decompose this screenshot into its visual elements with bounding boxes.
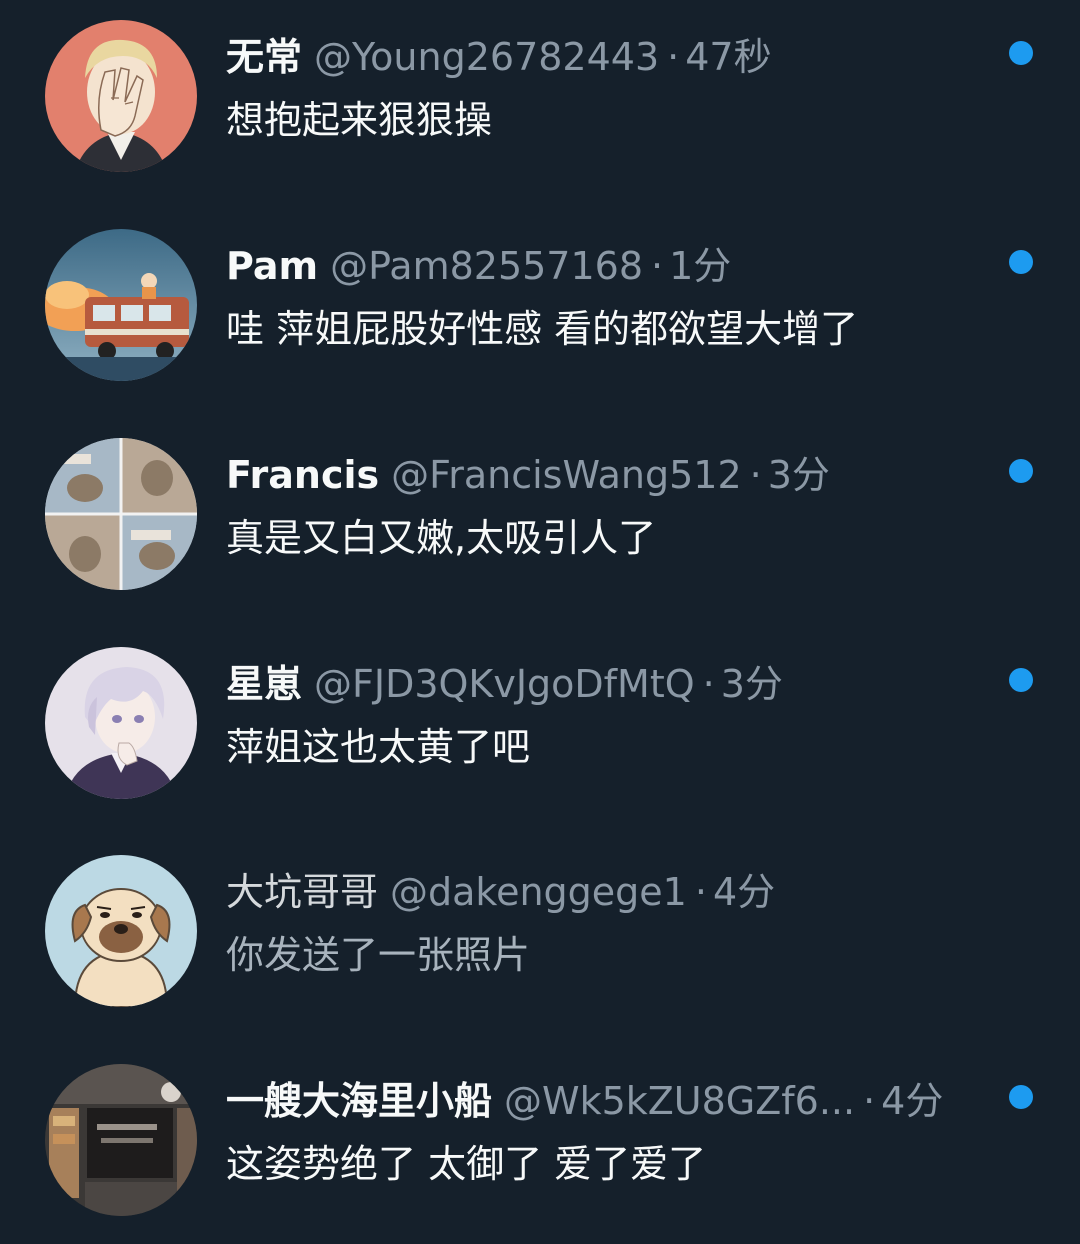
facepalm-anime-man-avatar[interactable]	[45, 20, 197, 172]
message-preview: 哇 萍姐屁股好性感 看的都欲望大增了	[226, 307, 859, 351]
cartoon-dog-avatar[interactable]	[45, 855, 197, 1007]
conversation-header: Pam @Pam82557168 · 1分	[226, 241, 1006, 291]
user-handle: @FJD3QKvJgoDfMtQ	[314, 662, 695, 706]
sunset-bus-avatar[interactable]	[45, 229, 197, 381]
message-preview: 想抱起来狠狠操	[226, 98, 493, 142]
unread-indicator-icon	[1009, 250, 1033, 274]
user-handle: @dakenggege1	[390, 870, 687, 914]
unread-indicator-icon	[1009, 41, 1033, 65]
conversation-header: 大坑哥哥 @dakenggege1 · 4分	[226, 867, 1006, 917]
display-name: Francis	[226, 453, 380, 497]
timestamp: 1分	[669, 244, 732, 288]
conversation-header: 星崽 @FJD3QKvJgoDfMtQ · 3分	[226, 659, 1006, 709]
conversation-row[interactable]: 大坑哥哥 @dakenggege1 · 4分 你发送了一张照片	[0, 835, 1080, 1035]
cat-grid-avatar[interactable]	[45, 438, 197, 590]
unread-indicator-icon	[1009, 459, 1033, 483]
timestamp: 47秒	[685, 35, 772, 79]
conversation-header: 无常 @Young26782443 · 47秒	[226, 32, 1006, 82]
user-handle: @Young26782443	[314, 35, 660, 79]
separator-dot: ·	[651, 244, 664, 288]
anime-boy-avatar[interactable]	[45, 647, 197, 799]
conversation-row[interactable]: Francis @FrancisWang512 · 3分 真是又白又嫩,太吸引人…	[0, 418, 1080, 618]
timestamp: 4分	[881, 1079, 944, 1123]
conversation-row[interactable]: Pam @Pam82557168 · 1分 哇 萍姐屁股好性感 看的都欲望大增了	[0, 209, 1080, 409]
conversation-row[interactable]: 无常 @Young26782443 · 47秒 想抱起来狠狠操	[0, 0, 1080, 200]
message-preview: 真是又白又嫩,太吸引人了	[226, 516, 657, 560]
conversation-header: 一艘大海里小船 @Wk5kZU8GZf6... · 4分	[226, 1076, 1006, 1126]
display-name: Pam	[226, 244, 319, 288]
timestamp: 3分	[720, 662, 783, 706]
user-handle: @Pam82557168	[330, 244, 644, 288]
separator-dot: ·	[863, 1079, 876, 1123]
separator-dot: ·	[694, 870, 707, 914]
conversation-list: 无常 @Young26782443 · 47秒 想抱起来狠狠操 Pam @Pam…	[0, 0, 1080, 1221]
user-handle: @FrancisWang512	[391, 453, 742, 497]
message-preview: 这姿势绝了 太御了 爱了爱了	[226, 1142, 707, 1186]
display-name: 大坑哥哥	[226, 870, 379, 914]
user-handle: @Wk5kZU8GZf6...	[504, 1079, 856, 1123]
message-preview: 萍姐这也太黄了吧	[226, 725, 531, 769]
display-name: 一艘大海里小船	[226, 1079, 493, 1123]
separator-dot: ·	[667, 35, 680, 79]
message-preview: 你发送了一张照片	[226, 933, 531, 977]
separator-dot: ·	[749, 453, 762, 497]
timestamp: 3分	[767, 453, 830, 497]
unread-indicator-icon	[1009, 1085, 1033, 1109]
display-name: 无常	[226, 35, 303, 79]
timestamp: 4分	[712, 870, 776, 914]
conversation-header: Francis @FrancisWang512 · 3分	[226, 450, 1006, 500]
conversation-row[interactable]: 一艘大海里小船 @Wk5kZU8GZf6... · 4分 这姿势绝了 太御了 爱…	[0, 1044, 1080, 1244]
unread-indicator-icon	[1009, 668, 1033, 692]
display-name: 星崽	[226, 662, 303, 706]
dark-storefront-avatar[interactable]	[45, 1064, 197, 1216]
conversation-row[interactable]: 星崽 @FJD3QKvJgoDfMtQ · 3分 萍姐这也太黄了吧	[0, 627, 1080, 827]
separator-dot: ·	[702, 662, 715, 706]
